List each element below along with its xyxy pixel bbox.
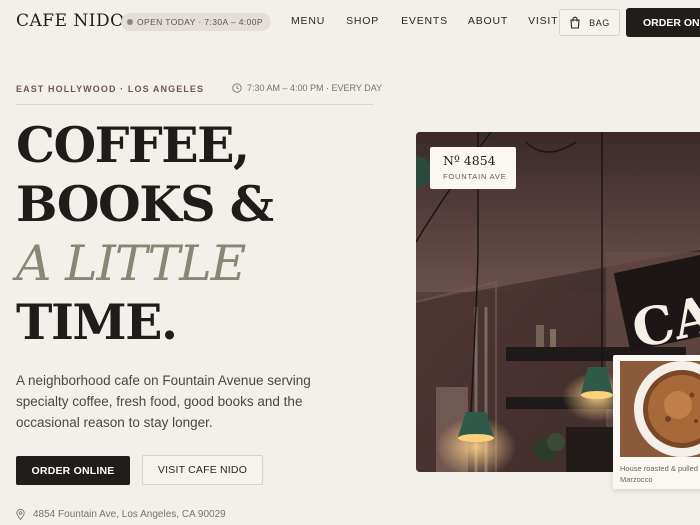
hero-intro: A neighborhood cafe on Fountain Avenue s… <box>16 373 311 430</box>
divider <box>16 104 373 105</box>
address-text[interactable]: 4854 Fountain Ave, Los Angeles, CA 90029 <box>33 509 226 520</box>
visit-cafe-button[interactable]: VISIT CAFE NIDO <box>142 455 263 485</box>
coffee-caption: House roasted & pulled on a Marzocco <box>620 463 700 485</box>
hours-text: 7:30 AM – 4:00 PM · EVERY DAY <box>247 83 383 93</box>
nav-about[interactable]: ABOUT <box>468 15 508 27</box>
headline-line-4: TIME. <box>16 293 178 351</box>
headline-line-3: A LITTLE <box>16 235 246 292</box>
nav-visit[interactable]: VISIT <box>528 15 558 27</box>
headline-line-2: BOOKS & <box>16 175 274 233</box>
open-status-text: OPEN TODAY · 7:30A – 4:00P <box>137 17 264 27</box>
open-status-badge: OPEN TODAY · 7:30A – 4:00P <box>121 13 272 31</box>
main-nav: MENU SHOP EVENTS ABOUT VISIT <box>291 15 584 27</box>
address-number-card: Nº 4854 FOUNTAIN AVE <box>430 147 516 189</box>
hours-info: 7:30 AM – 4:00 PM · EVERY DAY <box>232 83 382 93</box>
hero-headline: COFFEE, BOOKS & A LITTLE TIME. <box>16 116 274 352</box>
clock-icon <box>232 83 242 93</box>
nav-shop[interactable]: SHOP <box>346 15 379 27</box>
coffee-caption-line-2: Marzocco <box>620 475 653 484</box>
nav-menu[interactable]: MENU <box>291 15 325 27</box>
nav-events[interactable]: EVENTS <box>401 15 448 27</box>
site-header: CAFE NIDO OPEN TODAY · 7:30A – 4:00P MEN… <box>0 0 700 44</box>
bag-button[interactable]: BAG <box>559 9 620 36</box>
location-pin-icon <box>16 509 25 520</box>
address-info: 4854 Fountain Ave, Los Angeles, CA 90029 <box>16 509 226 520</box>
location-label: EAST HOLLYWOOD · LOS ANGELES <box>16 84 205 94</box>
street-number: Nº 4854 <box>443 153 496 168</box>
logo[interactable]: CAFE NIDO <box>16 11 125 31</box>
order-online-header-button[interactable]: ORDER ONLINE <box>626 8 700 37</box>
bag-icon <box>570 16 580 29</box>
coffee-photo <box>620 361 700 457</box>
status-dot-icon <box>127 19 133 25</box>
order-online-button[interactable]: ORDER ONLINE <box>16 456 130 485</box>
coffee-caption-line-1: House roasted & pulled on a <box>620 464 700 473</box>
bag-label: BAG <box>589 17 610 28</box>
street-name: FOUNTAIN AVE <box>443 172 507 181</box>
coffee-card: House roasted & pulled on a Marzocco <box>613 355 700 489</box>
headline-line-1: COFFEE, <box>16 116 250 174</box>
